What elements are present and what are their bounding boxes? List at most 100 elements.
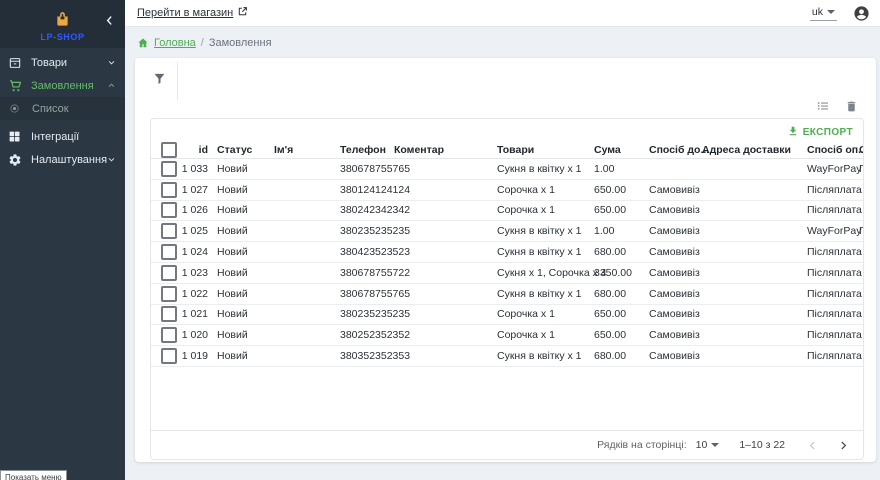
- box-icon: [8, 56, 31, 70]
- trash-icon[interactable]: [845, 100, 858, 113]
- row-checkbox[interactable]: [161, 202, 177, 218]
- cell-7: Самовивіз: [649, 288, 702, 300]
- cell-6: 3350.00: [594, 267, 649, 279]
- row-checkbox[interactable]: [161, 265, 177, 281]
- filter-funnel-icon[interactable]: [152, 71, 167, 91]
- sidebar-item-label: Товари: [31, 57, 67, 69]
- rows-per-page-value: 10: [696, 439, 708, 451]
- cell-9: Післяплата: [807, 350, 859, 362]
- column-header-6: Сума: [594, 144, 649, 156]
- cell-7: Самовивіз: [649, 184, 702, 196]
- cell-7: Самовивіз: [649, 246, 702, 258]
- cell-0: 1 020: [178, 329, 208, 341]
- go-to-store-link[interactable]: Перейти в магазин: [137, 6, 248, 20]
- cell-0: 1 023: [178, 267, 208, 279]
- view-list-icon[interactable]: [816, 99, 830, 113]
- sidebar-nav: Товари Замовлення Список: [0, 48, 125, 171]
- cell-5: Сукня в квітку x 1: [497, 246, 594, 258]
- cell-6: 650.00: [594, 329, 649, 341]
- checkbox-cell: [151, 327, 178, 343]
- table-row[interactable]: 1 020Новий 380252352352 Сорочка x 1650.00С…: [151, 325, 863, 346]
- chevron-down-icon: [107, 155, 116, 164]
- column-header-4: Коментар: [394, 144, 497, 156]
- cell-9: Післяплата: [807, 329, 859, 341]
- table-row[interactable]: 1 033Новий380678755765Сукня в квітку x 1…: [151, 159, 863, 180]
- row-checkbox[interactable]: [161, 327, 177, 343]
- cell-1: Новий: [208, 184, 274, 196]
- cell-1: Новий: [208, 350, 274, 362]
- home-icon: [137, 37, 149, 49]
- row-checkbox[interactable]: [161, 348, 177, 364]
- row-checkbox[interactable]: [161, 286, 177, 302]
- cell-5: Сорочка x 1: [497, 329, 594, 341]
- select-all-checkbox[interactable]: [161, 142, 177, 158]
- table-body: 1 033Новий380678755765Сукня в квітку x 1…: [151, 159, 863, 367]
- go-to-store-label: Перейти в магазин: [137, 7, 233, 19]
- sidebar-collapse-button[interactable]: [101, 12, 117, 28]
- row-checkbox[interactable]: [161, 182, 177, 198]
- cell-9: Післяплата: [807, 308, 859, 320]
- language-select[interactable]: uk: [810, 6, 837, 21]
- cell-5: Сорочка x 1: [497, 204, 594, 216]
- cell-6: 1.00: [594, 225, 649, 237]
- table-row[interactable]: 1 022Новий380678755765Сукня в квітку x 1…: [151, 284, 863, 305]
- breadcrumb-home-link[interactable]: Головна: [154, 37, 196, 49]
- status-tooltip: Показать меню: [0, 470, 67, 480]
- sidebar-item-orders-list[interactable]: Список: [0, 97, 125, 120]
- checkbox-cell: [151, 182, 178, 198]
- sidebar-item-label: Список: [32, 103, 69, 115]
- cell-3: 380678755765: [340, 288, 394, 300]
- logo-text: LP-SHOP: [40, 32, 84, 42]
- table-row[interactable]: 1 027Новий380124124124Сорочка x 1650.00С…: [151, 180, 863, 201]
- cell-7: Самовивіз: [649, 350, 702, 362]
- cell-5: Сукня x 1, Сорочка x 4: [497, 267, 594, 279]
- checkbox-cell: [151, 223, 178, 239]
- table-row[interactable]: 1 019Новий380352352353Сукня в квітку x 1…: [151, 346, 863, 367]
- cell-1: Новий: [208, 204, 274, 216]
- table-row[interactable]: 1 025Новий380235235235Сукня в квітку x 1…: [151, 221, 863, 242]
- row-checkbox[interactable]: [161, 244, 177, 260]
- column-header-0: id: [178, 144, 208, 156]
- orders-table-card: ЕКСПОРТ idСтатусІм'яТелефонКоментарТовар…: [150, 118, 864, 460]
- cell-1: Новий: [208, 246, 274, 258]
- widgets-icon: [8, 130, 31, 143]
- cell-0: 1 027: [178, 184, 208, 196]
- export-button[interactable]: ЕКСПОРТ: [787, 125, 853, 140]
- table-footer: Рядків на сторінці: 10 1–10 з 22: [151, 430, 863, 459]
- checkbox-cell: [151, 286, 178, 302]
- row-checkbox[interactable]: [161, 306, 177, 322]
- cell-0: 1 019: [178, 350, 208, 362]
- cell-3: 380678755765: [340, 163, 394, 175]
- sidebar-item-integrations[interactable]: Інтеграції: [0, 125, 125, 148]
- table-row[interactable]: 1 021Новий380235235235Сорочка x 1650.00С…: [151, 305, 863, 326]
- account-icon[interactable]: [853, 5, 870, 22]
- rows-per-page-select[interactable]: 10: [696, 439, 720, 451]
- cell-7: Самовивіз: [649, 329, 702, 341]
- cell-6: 1.00: [594, 163, 649, 175]
- breadcrumb: Головна / Замовлення: [137, 37, 272, 49]
- cell-0: 1 026: [178, 204, 208, 216]
- column-header-8: Адреса доставки: [702, 144, 807, 156]
- cell-9: WayForPay: [807, 225, 859, 237]
- pagination-prev-button[interactable]: [807, 440, 818, 451]
- cell-3: 380252352352: [340, 329, 394, 341]
- cell-6: 650.00: [594, 184, 649, 196]
- table-row[interactable]: 1 026Новий380242342342Сорочка x 1650.00С…: [151, 201, 863, 222]
- table-row[interactable]: 1 023Новий380678755722Сукня x 1, Сорочка…: [151, 263, 863, 284]
- chevron-down-icon: [711, 443, 719, 447]
- row-checkbox[interactable]: [161, 223, 177, 239]
- cell-3: 380235235235: [340, 225, 394, 237]
- row-checkbox[interactable]: [161, 161, 177, 177]
- cell-3: 380235235235: [340, 308, 394, 320]
- cell-7: Самовивіз: [649, 308, 702, 320]
- pagination-range: 1–10 з 22: [739, 439, 785, 451]
- cell-5: Сорочка x 1: [497, 308, 594, 320]
- sidebar-item-orders[interactable]: Замовлення: [0, 74, 125, 97]
- column-header-1: Статус: [208, 144, 274, 156]
- sidebar-item-products[interactable]: Товари: [0, 51, 125, 74]
- cell-1: Новий: [208, 163, 274, 175]
- pagination-next-button[interactable]: [838, 440, 849, 451]
- cell-1: Новий: [208, 329, 274, 341]
- sidebar-item-settings[interactable]: Налаштування: [0, 148, 125, 171]
- table-row[interactable]: 1 024Новий380423523523Сукня в квітку x 1…: [151, 242, 863, 263]
